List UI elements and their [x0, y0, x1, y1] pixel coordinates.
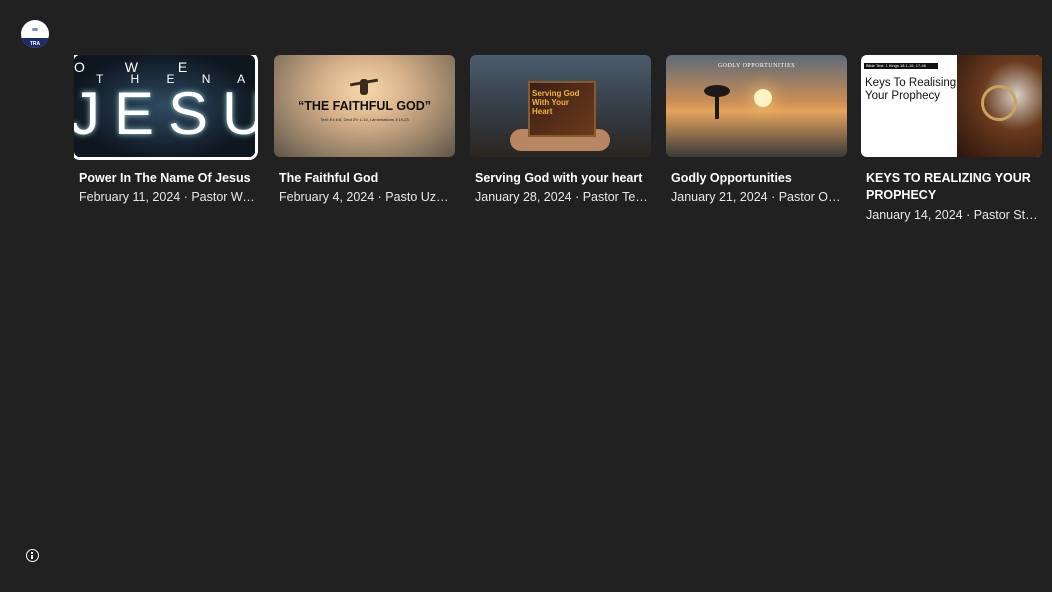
video-thumbnail[interactable]: O W E T H E N A M E O JESUS [74, 55, 255, 157]
thumbnail-text: GODLY OPPORTUNITIES [717, 63, 796, 69]
video-row: O W E T H E N A M E O JESUS Power In The… [74, 55, 1052, 235]
thumbnail-panel [861, 55, 957, 157]
video-title: KEYS TO REALIZING YOUR PROPHECY [866, 171, 1031, 202]
video-meta: February 11, 2024 · Pastor Wa… [79, 190, 255, 204]
video-thumbnail[interactable]: GODLY OPPORTUNITIES [666, 55, 847, 157]
video-title: Godly Opportunities [671, 171, 792, 185]
thumbnail-tree [704, 85, 730, 97]
thumbnail-text: JESUS [74, 80, 255, 147]
video-title: The Faithful God [279, 171, 379, 185]
video-title: Power In The Name Of Jesus [79, 171, 251, 185]
video-meta: February 4, 2024 · Pasto Uzo … [279, 190, 455, 204]
thumbnail-figure [360, 79, 368, 95]
key-icon [981, 85, 1017, 121]
info-icon-bar [31, 554, 33, 560]
video-thumbnail[interactable]: “THE FAITHFUL GOD” Text: Ex 6:8, Deut 29… [274, 55, 455, 157]
thumbnail-text: “THE FAITHFUL GOD” [297, 99, 432, 113]
avatar-initials: TRA [29, 41, 41, 47]
video-title: Serving God with your heart [475, 171, 643, 185]
video-meta: January 21, 2024 · Pastor Obi… [671, 190, 847, 204]
thumbnail-text: Text: Ex 6:8, Deut 29: 1-15, Lamentation… [320, 117, 409, 122]
video-meta: January 28, 2024 · Pastor Te… [475, 190, 648, 204]
thumbnail-text: Keys To Realising Your Prophecy [865, 77, 957, 102]
info-icon-dot [31, 552, 33, 554]
video-meta: January 14, 2024 · Pastor Ste… [866, 208, 1042, 222]
thumbnail-sun [754, 89, 772, 107]
video-thumbnail[interactable]: Serving God With Your Heart [470, 55, 651, 157]
video-thumbnail[interactable]: Bible Text: 1 Kings 18:1-15, 17-46 Keys … [861, 55, 1042, 157]
channel-avatar[interactable]: TRA [21, 20, 49, 48]
info-icon[interactable] [26, 549, 39, 562]
thumbnail-text: Serving God With Your Heart [532, 89, 580, 116]
avatar-logo-mark [32, 28, 38, 31]
thumbnail-text: Bible Text: 1 Kings 18:1-15, 17-46 [864, 63, 938, 69]
